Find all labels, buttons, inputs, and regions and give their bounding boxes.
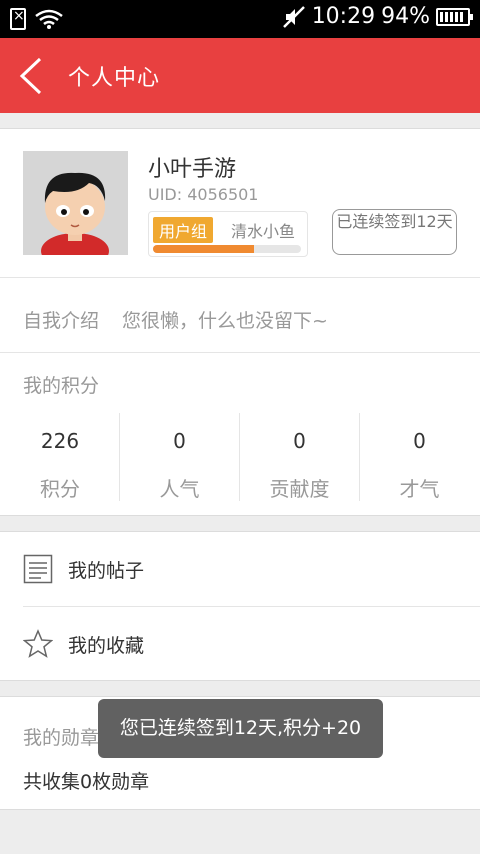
stat-contribution[interactable]: 0 贡献度 <box>239 413 359 501</box>
checkin-button[interactable]: 已连续签到12天 <box>332 209 457 255</box>
toast-message: 您已连续签到12天,积分+20 <box>98 699 383 758</box>
intro-section[interactable]: 自我介绍 您很懒，什么也没留下~ <box>0 277 480 353</box>
level-progress-fill <box>153 245 254 253</box>
menu-item-label: 我的帖子 <box>68 560 145 582</box>
back-chevron-icon[interactable] <box>16 56 46 96</box>
stat-popularity[interactable]: 0 人气 <box>119 413 239 501</box>
medals-count: 共收集0枚勋章 <box>23 771 150 793</box>
level-progress-bar <box>153 245 301 253</box>
battery-icon <box>436 7 473 26</box>
menu-list: 我的帖子 我的收藏 <box>0 531 480 681</box>
sim-icon <box>10 8 26 30</box>
medals-title: 我的勋章 <box>23 727 100 749</box>
wifi-icon <box>35 9 63 29</box>
user-id: UID: 4056501 <box>148 185 259 204</box>
star-icon <box>23 629 53 658</box>
status-left <box>10 8 64 30</box>
menu-item-my-favorites[interactable]: 我的收藏 <box>0 607 480 681</box>
stat-label: 积分 <box>40 477 80 501</box>
mute-icon <box>282 5 305 28</box>
menu-item-my-posts[interactable]: 我的帖子 <box>0 532 480 607</box>
menu-item-label: 我的收藏 <box>68 635 145 657</box>
stat-value: 0 <box>413 429 426 453</box>
points-title: 我的积分 <box>23 375 100 397</box>
stat-label: 贡献度 <box>269 477 330 501</box>
stat-value: 0 <box>173 429 186 453</box>
document-icon <box>23 554 53 584</box>
stat-talent[interactable]: 0 才气 <box>359 413 479 501</box>
intro-label: 自我介绍 <box>23 310 100 332</box>
clock: 10:29 <box>311 4 376 29</box>
battery-percent: 94% <box>381 4 430 29</box>
profile-card: 小叶手游 UID: 4056501 用户组 清水小鱼 已连续签到12天 <box>0 128 480 278</box>
status-right: 10:29 94% <box>282 4 473 29</box>
intro-text: 您很懒，什么也没留下~ <box>122 310 328 332</box>
status-bar: 10:29 94% <box>0 0 480 38</box>
stat-value: 0 <box>293 429 306 453</box>
points-section: 我的积分 226 积分 0 人气 0 贡献度 0 才气 <box>0 352 480 516</box>
avatar-illustration <box>23 151 128 255</box>
stat-label: 人气 <box>159 477 200 501</box>
stat-points[interactable]: 226 积分 <box>0 413 120 501</box>
app-header: 个人中心 <box>0 38 480 113</box>
stat-value: 226 <box>40 429 80 453</box>
page-title: 个人中心 <box>68 66 161 91</box>
username: 小叶手游 <box>148 157 237 182</box>
group-tag: 用户组 <box>153 217 214 243</box>
avatar[interactable] <box>23 151 128 255</box>
user-group-box: 用户组 清水小鱼 <box>148 211 308 257</box>
group-name: 清水小鱼 <box>231 222 296 241</box>
stat-label: 才气 <box>399 477 440 501</box>
